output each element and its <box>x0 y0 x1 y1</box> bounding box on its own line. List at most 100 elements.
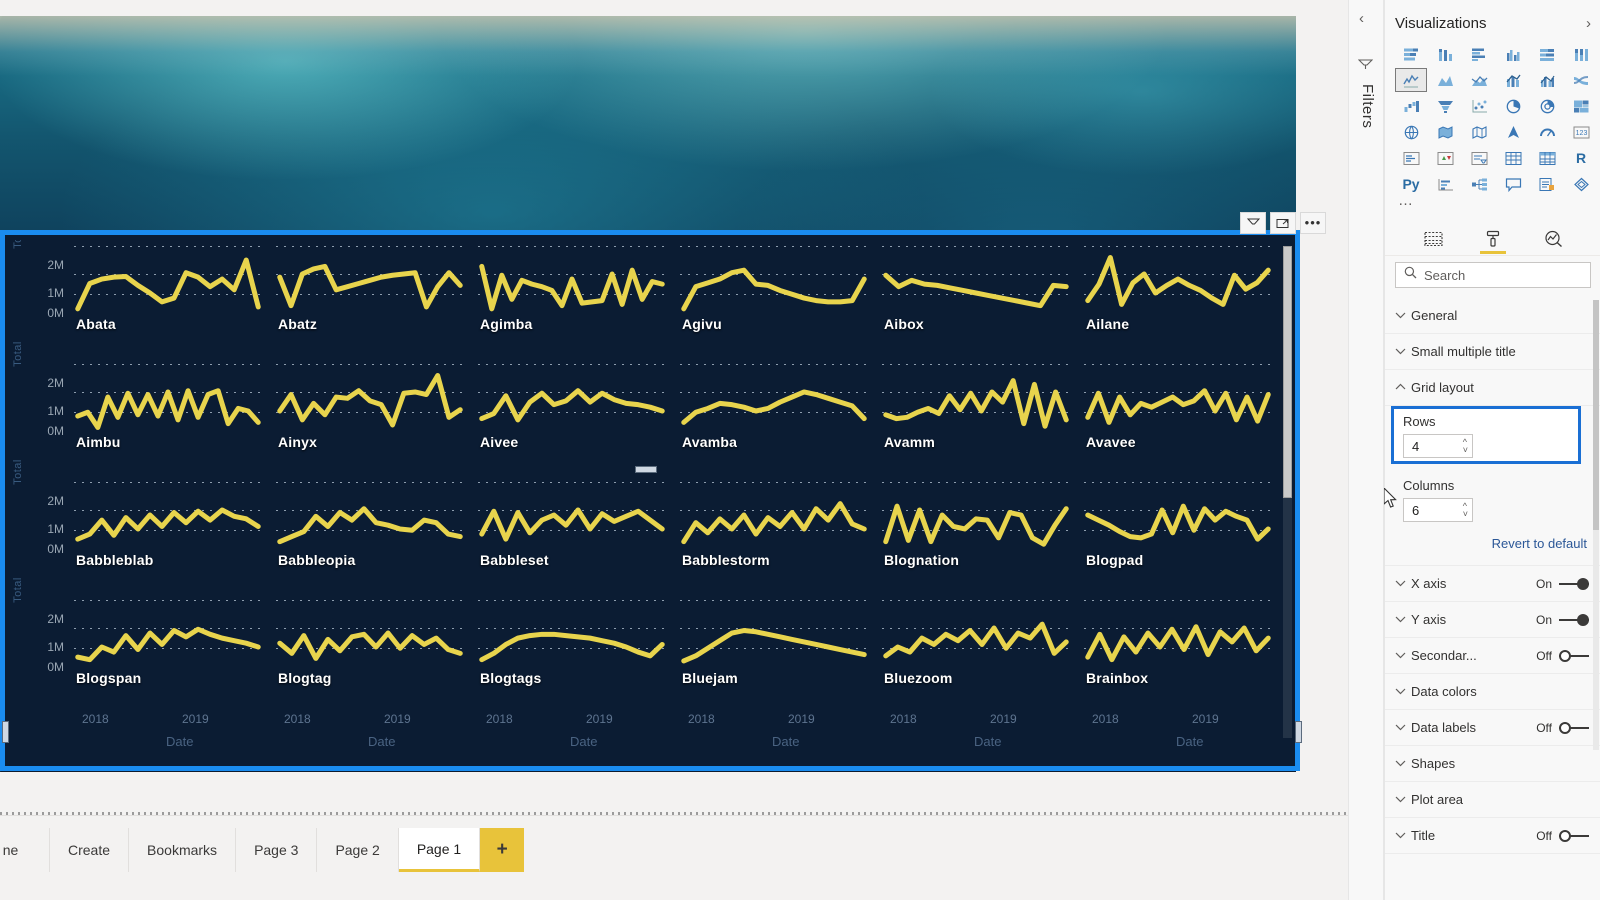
chevron-left-icon[interactable]: ‹ <box>1359 10 1364 27</box>
small-multiples-visual[interactable]: Total2M1M0MAbataAbatzAgimbaAgivuAiboxAil… <box>0 230 1302 771</box>
chevron-down-icon[interactable] <box>1395 346 1411 358</box>
small-multiple-panel[interactable]: Aibox <box>878 244 1080 364</box>
rows-stepper-arrows[interactable]: ^ ˅ <box>1463 438 1468 455</box>
stepper-down-icon[interactable]: ˅ <box>1463 446 1468 455</box>
small-multiple-panel[interactable]: Brainbox <box>1080 598 1282 718</box>
paginated-report-icon[interactable] <box>1531 172 1563 196</box>
small-multiple-panel[interactable]: Babblestorm <box>676 480 878 600</box>
chevron-down-icon[interactable] <box>1395 830 1411 842</box>
visual-vertical-scrollbar[interactable] <box>1283 246 1292 738</box>
small-multiple-panel[interactable]: Avavee <box>1080 362 1282 482</box>
scatter-chart-icon[interactable] <box>1463 94 1495 118</box>
funnel-icon[interactable] <box>1429 94 1461 118</box>
analytics-magnifier-icon[interactable] <box>1538 226 1568 252</box>
100-stacked-column-chart-icon[interactable] <box>1565 42 1597 66</box>
small-multiple-panel[interactable]: Aimbu <box>70 362 272 482</box>
visualization-type-gallery[interactable]: 123 R Py <box>1395 42 1595 196</box>
format-section-data-colors[interactable]: Data colors <box>1385 674 1600 710</box>
format-section-x-axis[interactable]: X axis On <box>1385 566 1600 602</box>
small-multiple-panel[interactable]: Bluejam <box>676 598 878 718</box>
card-icon[interactable]: 123 <box>1565 120 1597 144</box>
small-multiple-panel[interactable]: Blogpad <box>1080 480 1282 600</box>
format-section-small-multiple-title[interactable]: Small multiple title <box>1385 334 1600 370</box>
small-multiple-panel[interactable]: Abatz <box>272 244 474 364</box>
chevron-down-icon[interactable] <box>1395 614 1411 626</box>
focus-mode-icon[interactable] <box>1270 212 1296 234</box>
line-stacked-column-chart-icon[interactable] <box>1497 68 1529 92</box>
format-pane-scroll-thumb[interactable] <box>1593 300 1599 530</box>
treemap-icon[interactable] <box>1565 94 1597 118</box>
small-multiple-panel[interactable]: Avamba <box>676 362 878 482</box>
map-icon[interactable] <box>1395 120 1427 144</box>
small-multiple-panel[interactable]: Blogtag <box>272 598 474 718</box>
format-section-y-axis[interactable]: Y axis On <box>1385 602 1600 638</box>
100-stacked-bar-chart-icon[interactable] <box>1531 42 1563 66</box>
toggle-switch[interactable] <box>1559 577 1589 590</box>
area-chart-icon[interactable] <box>1429 68 1461 92</box>
fields-icon[interactable] <box>1418 226 1448 252</box>
resize-handle-top[interactable] <box>635 466 657 473</box>
page-tab-page-1[interactable]: Page 1 <box>398 828 481 872</box>
small-multiple-panel[interactable]: Babbleopia <box>272 480 474 600</box>
small-multiple-panel[interactable]: Blognation <box>878 480 1080 600</box>
rows-stepper[interactable]: 4 ^ ˅ <box>1403 434 1473 458</box>
chevron-down-icon[interactable] <box>1395 758 1411 770</box>
small-multiple-panel[interactable]: Agimba <box>474 244 676 364</box>
page-tab-page-3[interactable]: Page 3 <box>236 828 318 872</box>
multi-row-card-icon[interactable] <box>1395 146 1427 170</box>
kpi-icon[interactable] <box>1429 146 1461 170</box>
q-and-a-icon[interactable] <box>1497 172 1529 196</box>
key-influencers-icon[interactable] <box>1429 172 1461 196</box>
pane-mode-tabs[interactable] <box>1385 222 1600 256</box>
stacked-area-chart-icon[interactable] <box>1463 68 1495 92</box>
search-input[interactable]: Search <box>1395 262 1591 288</box>
chevron-down-icon[interactable] <box>1395 310 1411 322</box>
visual-header-toolbar[interactable]: ••• <box>1240 212 1326 234</box>
toggle-switch[interactable] <box>1559 721 1589 734</box>
arcgis-map-icon[interactable] <box>1497 120 1529 144</box>
table-icon[interactable] <box>1497 146 1529 170</box>
format-section-title[interactable]: Title Off <box>1385 818 1600 854</box>
page-tab-page-2[interactable]: Page 2 <box>317 828 399 872</box>
format-pane-scrollbar[interactable] <box>1593 300 1599 750</box>
waterfall-chart-icon[interactable] <box>1395 94 1427 118</box>
format-section-secondar-[interactable]: Secondar... Off <box>1385 638 1600 674</box>
format-section-shapes[interactable]: Shapes <box>1385 746 1600 782</box>
gauge-icon[interactable] <box>1531 120 1563 144</box>
report-canvas[interactable]: ••• Total2M1M0MAbataAbatzAgimbaAgivuAibo… <box>0 0 1348 815</box>
chevron-down-icon[interactable] <box>1395 650 1411 662</box>
small-multiple-panel[interactable]: Aivee <box>474 362 676 482</box>
slicer-icon[interactable] <box>1463 146 1495 170</box>
small-multiple-panel[interactable]: Blogtags <box>474 598 676 718</box>
toggle-switch[interactable] <box>1559 649 1589 662</box>
page-tabs-container[interactable]: ne Create Bookmarks Page 3 Page 2 Page 1 + <box>0 828 525 872</box>
columns-stepper[interactable]: 6 ^ ˅ <box>1403 498 1473 522</box>
small-multiple-panel[interactable]: Abata <box>70 244 272 364</box>
filters-pane-collapsed[interactable]: ‹ Filters <box>1348 0 1384 900</box>
page-tab-create[interactable]: Create <box>50 828 130 872</box>
stacked-bar-chart-icon[interactable] <box>1395 42 1427 66</box>
resize-handle-right[interactable] <box>1295 721 1302 743</box>
chevron-up-icon[interactable] <box>1395 382 1411 394</box>
chevron-down-icon[interactable] <box>1395 722 1411 734</box>
visualizations-pane[interactable]: Visualizations › 123 R Py … Search General… <box>1384 0 1600 900</box>
get-more-visuals-icon[interactable] <box>1565 172 1597 196</box>
format-sections-list[interactable]: General Small multiple title Grid layout Ro… <box>1385 298 1600 854</box>
clustered-column-chart-icon[interactable] <box>1497 42 1529 66</box>
line-chart-icon[interactable] <box>1395 68 1427 92</box>
toggle-switch[interactable] <box>1559 829 1589 842</box>
ribbon-chart-icon[interactable] <box>1565 68 1597 92</box>
small-multiple-panel[interactable]: Agivu <box>676 244 878 364</box>
small-multiple-panel[interactable]: Avamm <box>878 362 1080 482</box>
shape-map-icon[interactable] <box>1463 120 1495 144</box>
matrix-icon[interactable] <box>1531 146 1563 170</box>
filled-map-icon[interactable] <box>1429 120 1461 144</box>
columns-stepper-arrows[interactable]: ^ ˅ <box>1463 502 1468 519</box>
chevron-down-icon[interactable] <box>1395 578 1411 590</box>
clustered-bar-chart-icon[interactable] <box>1463 42 1495 66</box>
resize-handle-left[interactable] <box>2 721 9 743</box>
toggle-switch[interactable] <box>1559 613 1589 626</box>
donut-chart-icon[interactable] <box>1531 94 1563 118</box>
small-multiple-panel[interactable]: Bluezoom <box>878 598 1080 718</box>
small-multiple-panel[interactable]: Ailane <box>1080 244 1282 364</box>
